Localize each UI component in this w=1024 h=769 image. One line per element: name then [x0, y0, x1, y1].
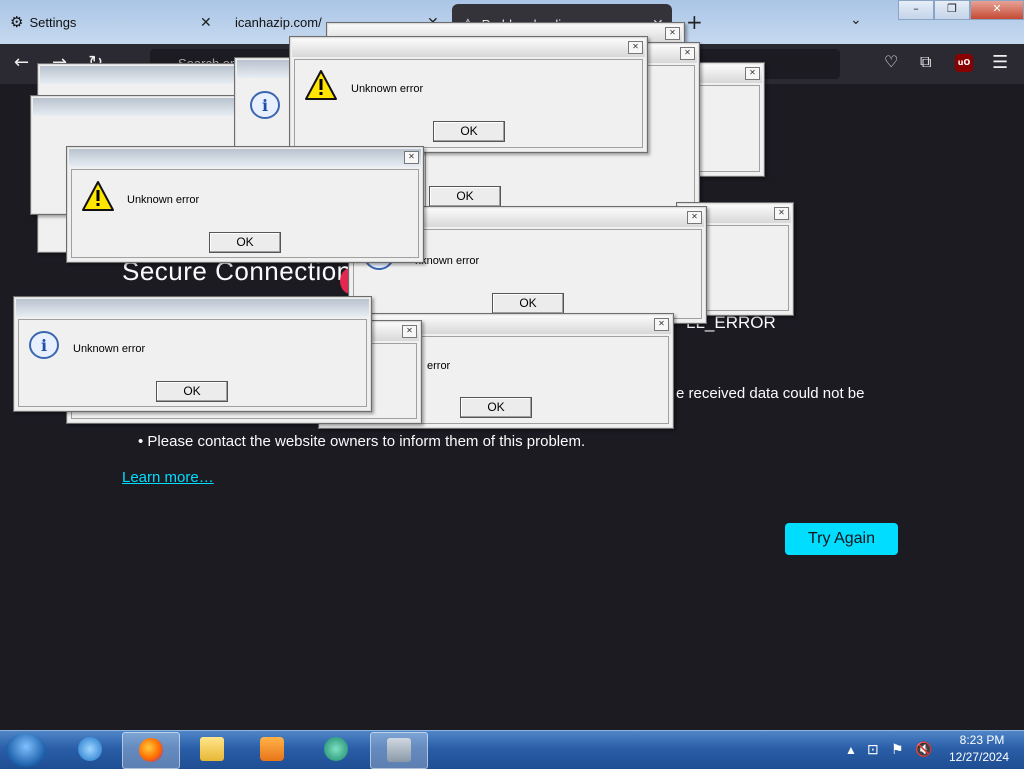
close-icon[interactable]: ✕ [745, 67, 760, 80]
close-icon[interactable]: ✕ [680, 47, 695, 60]
list-all-tabs-button[interactable]: ⌄ [850, 12, 862, 28]
show-hidden-icons-icon[interactable]: ▲ [845, 743, 857, 757]
tool-app-button[interactable] [370, 732, 428, 769]
warning-icon [305, 70, 337, 100]
ok-button[interactable]: OK [156, 381, 228, 402]
ublock-icon[interactable]: uO [955, 54, 973, 72]
action-center-icon[interactable]: ⚑ [891, 741, 904, 758]
pocket-icon[interactable]: ♡ [884, 52, 898, 71]
dialog-message: error [427, 360, 451, 372]
ok-button[interactable]: OK [460, 397, 532, 418]
close-icon[interactable]: ✕ [628, 41, 643, 54]
tab-label: icanhazip.com/ [235, 14, 322, 30]
chat-icon [324, 737, 348, 761]
close-icon[interactable]: ✕ [665, 27, 680, 40]
back-icon[interactable]: ← [14, 52, 29, 73]
folder-icon [200, 737, 224, 761]
close-window-button[interactable]: ✕ [970, 0, 1024, 20]
close-tab-icon[interactable]: ✕ [200, 14, 212, 31]
menu-icon[interactable]: ☰ [992, 52, 1008, 73]
info-icon: i [29, 331, 59, 359]
close-icon[interactable]: ✕ [654, 318, 669, 331]
error-bullet: • Please contact the website owners to i… [138, 433, 585, 450]
svg-text:i: i [41, 336, 47, 355]
start-button[interactable] [6, 733, 46, 767]
tab-settings[interactable]: ⚙ Settings ✕ [0, 2, 222, 42]
ok-button[interactable]: OK [433, 121, 505, 142]
new-tab-button[interactable]: + [686, 10, 703, 34]
ok-button[interactable]: OK [492, 293, 564, 314]
minimize-button[interactable]: – [898, 0, 934, 20]
clock-time[interactable]: 8:23 PM [952, 733, 1012, 747]
clock-date[interactable]: 12/27/2024 [944, 750, 1014, 764]
bullet-icon: • [138, 433, 148, 450]
error-description: e received data could not be [676, 385, 865, 402]
media-player-icon [260, 737, 284, 761]
dialog-message: nknown error [415, 255, 480, 267]
firefox-icon [139, 738, 163, 762]
close-icon[interactable]: ✕ [774, 207, 789, 220]
bullet-text: Please contact the website owners to inf… [147, 433, 586, 450]
tab-label: Settings [29, 14, 77, 30]
close-icon[interactable]: ✕ [402, 325, 417, 338]
volume-muted-icon[interactable]: 🔇 [915, 741, 932, 758]
window-controls: – ❐ ✕ [898, 0, 1024, 20]
dialog-message: Unknown error [351, 83, 424, 95]
network-icon[interactable]: ⊡ [867, 741, 879, 758]
close-icon[interactable]: ✕ [687, 211, 702, 224]
try-again-button[interactable]: Try Again [785, 523, 898, 555]
media-player-button[interactable] [244, 732, 300, 767]
internet-explorer-icon [78, 737, 102, 761]
internet-explorer-button[interactable] [62, 732, 118, 767]
learn-more-link[interactable]: Learn more… [122, 469, 214, 486]
dialog-title-bar [16, 299, 369, 317]
extensions-icon[interactable]: ⧉ [920, 52, 931, 72]
dialog-window: i Unknown error OK [13, 296, 372, 412]
tool-icon [387, 738, 411, 762]
gear-icon: ⚙ [10, 14, 24, 31]
dialog-title-bar [69, 149, 421, 167]
firefox-button[interactable] [122, 732, 180, 769]
maximize-button[interactable]: ❐ [934, 0, 970, 20]
ok-button[interactable]: OK [429, 186, 501, 207]
info-icon: i [250, 91, 280, 119]
chat-app-button[interactable] [308, 732, 364, 767]
dialog-window: ✕ Unknown error OK [289, 36, 648, 153]
taskbar: ▲ ⊡ ⚑ 🔇 [0, 730, 1024, 769]
dialog-message: Unknown error [127, 194, 200, 206]
ok-button[interactable]: OK [209, 232, 281, 253]
dialog-title-bar [33, 98, 257, 116]
dialog-message: Unknown error [73, 343, 146, 355]
dialog-title-bar [292, 39, 645, 57]
svg-text:i: i [262, 96, 268, 115]
dialog-window: ✕ Unknown error OK [66, 146, 424, 263]
close-icon[interactable]: ✕ [404, 151, 419, 164]
warning-icon [82, 181, 114, 211]
file-explorer-button[interactable] [184, 732, 240, 767]
